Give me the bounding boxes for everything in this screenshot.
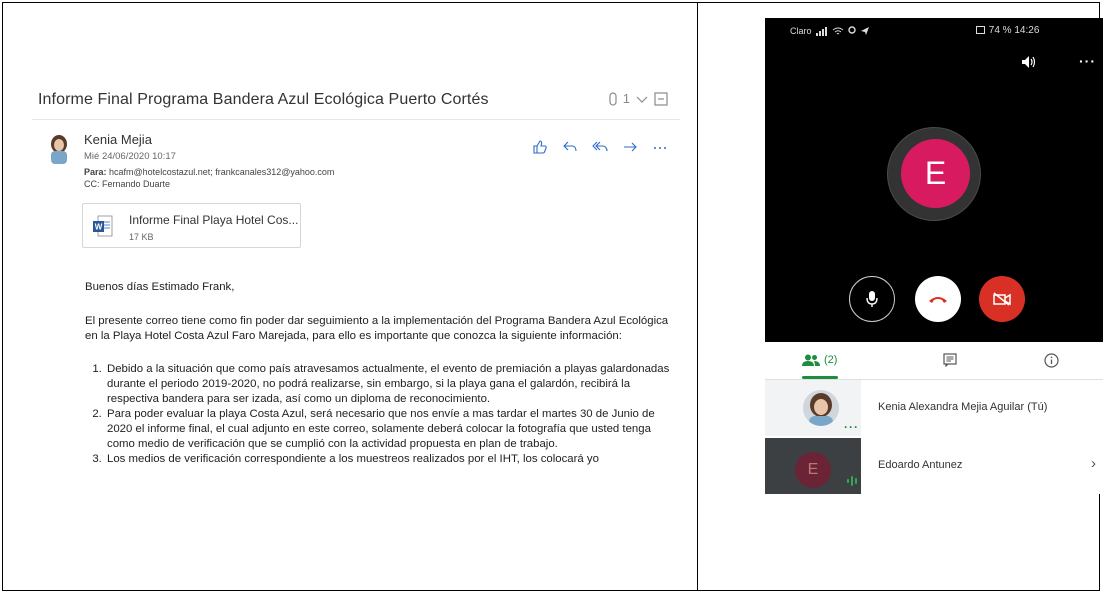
attachment-name: Informe Final Playa Hotel Cos... [129, 213, 299, 227]
audio-indicator-icon: ··· [844, 420, 859, 434]
intro-paragraph: El presente correo tiene como fin poder … [85, 315, 669, 342]
call-stage: Claro 74 % 14:26 ··· E [765, 18, 1103, 342]
cc-line: CC: Fernando Duarte [84, 179, 170, 189]
attachment-size: 17 KB [129, 232, 154, 242]
reply-all-icon[interactable] [592, 139, 608, 155]
reply-icon[interactable] [562, 139, 578, 155]
attachment-card[interactable]: W Informe Final Playa Hotel Cos... 17 KB [82, 203, 301, 248]
like-icon[interactable] [532, 139, 548, 155]
participant-count: (2) [824, 354, 838, 366]
wifi-icon [832, 27, 843, 34]
to-label: Para: [84, 167, 107, 177]
word-doc-icon: W [93, 215, 113, 237]
participant-row[interactable]: ··· Kenia Alexandra Mejia Aguilar (Tú) [765, 380, 1103, 438]
cc-recipients[interactable]: Fernando Duarte [102, 179, 170, 189]
more-options-icon[interactable] [652, 139, 668, 155]
sender-name[interactable]: Kenia Mejia [84, 132, 152, 147]
tab-participants[interactable]: (2) [802, 350, 837, 370]
item-count: 1 [622, 91, 630, 106]
chevron-down-icon[interactable] [636, 94, 648, 104]
email-message: Informe Final Programa Bandera Azul Ecol… [32, 82, 680, 514]
signal-icon [815, 26, 827, 36]
subject-tools: 1 [609, 91, 668, 106]
list-item: Para poder evaluar la playa Costa Azul, … [105, 407, 675, 452]
info-icon [1044, 352, 1059, 368]
camera-toggle-button[interactable] [979, 276, 1025, 322]
paperclip-icon [609, 91, 617, 106]
panel-divider [697, 2, 698, 591]
list-item: Debido a la situación que como país atra… [105, 362, 675, 407]
tab-info[interactable] [1044, 350, 1059, 370]
forward-icon[interactable] [622, 139, 638, 155]
camera-off-icon [993, 292, 1011, 306]
participant-name: Kenia Alexandra Mejia Aguilar (Tú) [878, 401, 1048, 413]
cc-label: CC: [84, 179, 100, 189]
list-item: Los medios de verificación correspondien… [105, 452, 675, 467]
participant-avatar [803, 390, 839, 426]
greeting: Buenos días Estimado Frank, [85, 281, 235, 293]
call-tabs: (2) [765, 342, 1103, 380]
more-options-icon[interactable]: ··· [1079, 53, 1096, 69]
email-subject: Informe Final Programa Bandera Azul Ecol… [38, 91, 489, 108]
chat-icon [943, 353, 957, 367]
sent-date: Mié 24/06/2020 10:17 [84, 151, 176, 162]
screenshot-frame: Informe Final Programa Bandera Azul Ecol… [0, 0, 1103, 592]
carrier-name: Claro [790, 26, 812, 36]
sender-avatar [48, 134, 70, 164]
speaking-indicator-icon [847, 474, 859, 492]
message-actions [532, 139, 668, 155]
participant-row[interactable]: E Edoardo Antunez › [765, 438, 1103, 494]
caller-avatar: E [901, 139, 970, 208]
info-list: Debido a la situación que como país atra… [105, 362, 675, 467]
mute-button[interactable] [849, 276, 895, 322]
status-bar-left: Claro [790, 26, 870, 36]
people-icon [802, 354, 820, 366]
hang-up-icon [929, 297, 947, 303]
location-icon [847, 26, 856, 34]
speaker-icon[interactable] [1021, 55, 1037, 69]
participant-name: Edoardo Antunez [878, 459, 963, 471]
svg-text:W: W [95, 223, 103, 232]
chevron-right-icon[interactable]: › [1091, 455, 1096, 472]
email-body: Buenos días Estimado Frank, El presente … [85, 280, 675, 467]
participant-tile: E [765, 438, 861, 494]
subject-bar: Informe Final Programa Bandera Azul Ecol… [32, 82, 680, 120]
video-call-screen: Claro 74 % 14:26 ··· E (2) ··· Kenia Ale… [765, 18, 1103, 494]
microphone-icon [866, 291, 878, 307]
battery-icon [976, 26, 985, 35]
collapse-icon[interactable] [654, 91, 668, 106]
send-icon [860, 27, 869, 35]
to-recipients[interactable]: hcafm@hotelcostazul.net; frankcanales312… [109, 167, 334, 177]
status-bar-right: 74 % 14:26 [976, 25, 1039, 36]
end-call-button[interactable] [915, 276, 961, 322]
participant-tile: ··· [765, 380, 861, 436]
to-line: Para: hcafm@hotelcostazul.net; frankcana… [84, 167, 334, 177]
tab-chat[interactable] [943, 350, 957, 370]
participant-avatar: E [795, 452, 831, 488]
battery-and-time: 74 % 14:26 [988, 25, 1040, 36]
